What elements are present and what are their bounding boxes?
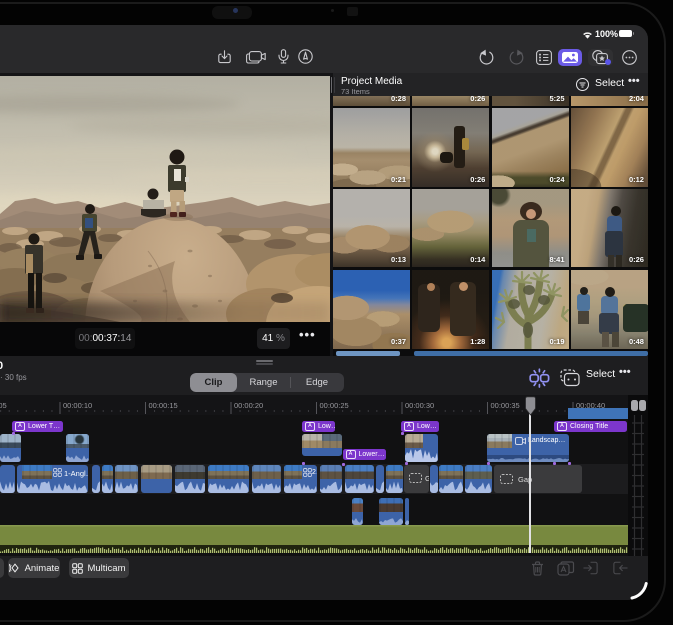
svg-text:00:00:15: 00:00:15	[149, 401, 178, 410]
svg-text:00:00:05: 00:00:05	[0, 401, 7, 410]
svg-text:00:00:20: 00:00:20	[234, 401, 263, 410]
svg-text:00:00:35: 00:00:35	[491, 401, 520, 410]
svg-text:00:00:30: 00:00:30	[405, 401, 434, 410]
svg-text:00:00:25: 00:00:25	[320, 401, 349, 410]
svg-text:00:00:10: 00:00:10	[63, 401, 92, 410]
